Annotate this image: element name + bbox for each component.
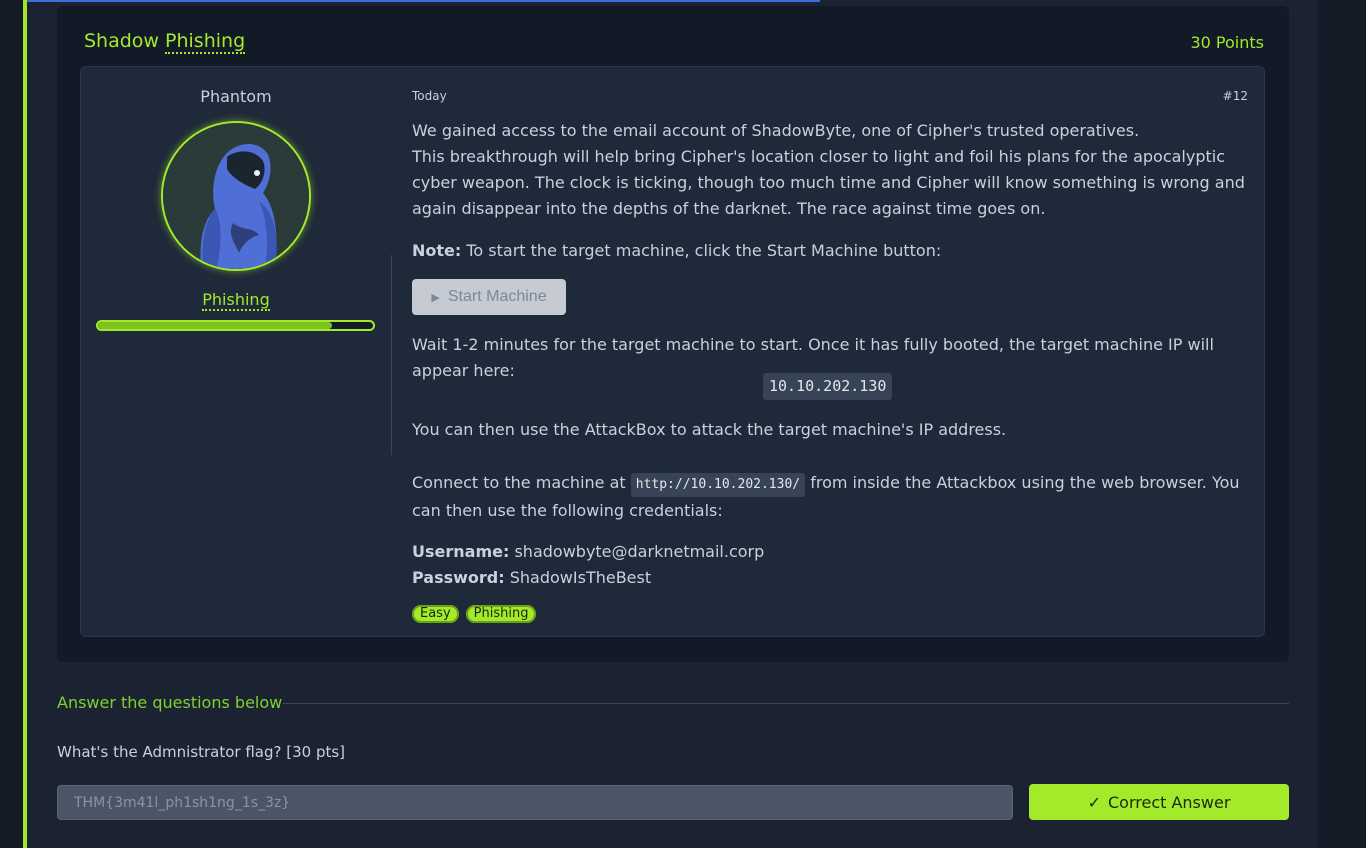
left-sidebar-strip: [0, 0, 23, 848]
username-label: Username:: [412, 542, 510, 561]
check-icon: ✓: [1087, 792, 1101, 812]
post-date: Today: [412, 89, 447, 103]
credentials: Username: shadowbyte@darknetmail.corp Pa…: [412, 539, 1248, 591]
post-number[interactable]: #12: [1223, 89, 1248, 103]
password-row: Password: ShadowIsTheBest: [412, 565, 1248, 591]
column-divider: [391, 255, 392, 455]
correct-answer-label: Correct Answer: [1107, 792, 1231, 812]
password-label: Password:: [412, 568, 505, 587]
author-name[interactable]: Phantom: [81, 87, 391, 106]
target-ip[interactable]: 10.10.202.130: [763, 373, 893, 400]
task-points: 30 Points: [1190, 33, 1264, 52]
connect-url[interactable]: http://10.10.202.130/: [630, 473, 806, 497]
note-text: To start the target machine, click the S…: [466, 241, 942, 260]
intro-line-1: We gained access to the email account of…: [412, 121, 1140, 140]
connect-paragraph: Connect to the machine at http://10.10.2…: [412, 469, 1248, 525]
question-text: What's the Admnistrator flag? [30 pts]: [57, 743, 346, 761]
author-avatar[interactable]: [161, 121, 311, 271]
task-title-pre: Shadow: [84, 30, 159, 52]
start-machine-label: Start Machine: [447, 288, 547, 305]
hooded-figure-icon: [163, 123, 309, 269]
username-value[interactable]: shadowbyte@darknetmail.corp: [514, 542, 764, 561]
password-value[interactable]: ShadowIsTheBest: [510, 568, 651, 587]
author-xp-fill: [98, 322, 332, 329]
tag-phishing[interactable]: Phishing: [465, 605, 537, 623]
task-accent-bar: [23, 0, 27, 848]
intro-line-rest: This breakthrough will help bring Cipher…: [412, 147, 1245, 218]
answers-divider: [283, 703, 1289, 704]
author-rank[interactable]: Phishing: [81, 290, 391, 311]
note-paragraph: Note: To start the target machine, click…: [412, 238, 1248, 264]
start-machine-button[interactable]: ▶ Start Machine: [412, 279, 566, 315]
tag-easy[interactable]: Easy: [412, 605, 459, 623]
author-rank-label: Phishing: [202, 290, 270, 311]
right-sidebar-strip: [1318, 0, 1366, 848]
play-icon: ▶: [431, 291, 440, 304]
answers-heading: Answer the questions below: [57, 693, 283, 712]
task-title[interactable]: Shadow Phishing: [84, 30, 246, 54]
correct-answer-button[interactable]: ✓ Correct Answer: [1029, 784, 1289, 820]
post-content: Today #12 We gained access to the email …: [412, 67, 1248, 636]
author-column: Phantom Phishing: [81, 67, 391, 636]
attackbox-text: You can then use the AttackBox to attack…: [412, 420, 1007, 439]
connect-pre: Connect to the machine at: [412, 473, 626, 492]
username-row: Username: shadowbyte@darknetmail.corp: [412, 539, 1248, 565]
note-label: Note:: [412, 241, 462, 260]
intro-paragraph: We gained access to the email account of…: [412, 118, 1248, 222]
task-card: Shadow Phishing 30 Points Phantom Phishi…: [57, 6, 1289, 662]
task-post: Phantom Phishing Today #12 We gained acc…: [80, 66, 1265, 637]
task-title-keyword[interactable]: Phishing: [165, 30, 246, 54]
answer-input[interactable]: [57, 785, 1013, 820]
tag-list: Easy Phishing: [412, 605, 537, 623]
page-load-progress: [0, 0, 820, 2]
author-xp-bar: [96, 320, 375, 331]
